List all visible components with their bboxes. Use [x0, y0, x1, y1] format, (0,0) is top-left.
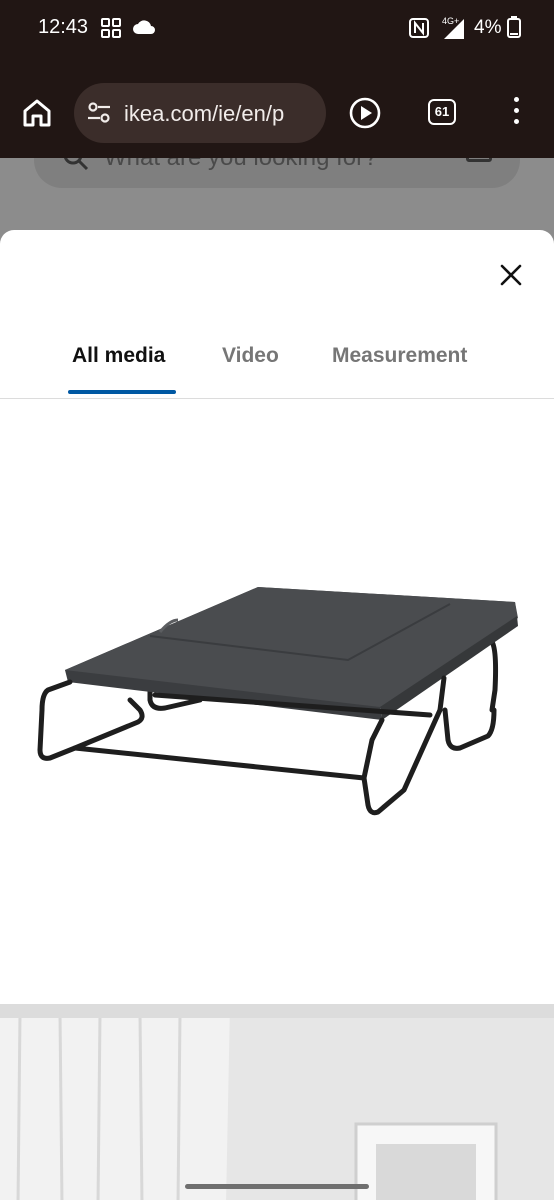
- battery-icon: [507, 16, 521, 43]
- folding-bed-image: [37, 587, 518, 816]
- play-circle-icon: [349, 97, 381, 129]
- nfc-icon: [408, 17, 430, 44]
- home-button[interactable]: [20, 96, 56, 132]
- media-modal: All media Video Measurement: [0, 230, 554, 1200]
- signal-4g-icon: 4G+: [434, 15, 468, 46]
- status-time: 12:43: [38, 16, 89, 38]
- site-settings-icon[interactable]: [86, 101, 112, 130]
- url-text: ikea.com/ie/en/p: [124, 101, 285, 126]
- browser-chrome: 12:43 4G+ 4% ikea.com/ie/en/p 61: [0, 0, 554, 158]
- tab-video[interactable]: Video: [222, 344, 279, 368]
- background-search-bar: What are you looking for?: [34, 158, 520, 188]
- grid-apps-icon: [100, 17, 122, 44]
- menu-dot-icon: [513, 108, 519, 113]
- battery-percent: 4%: [474, 17, 502, 38]
- status-bar: 12:43 4G+ 4%: [0, 0, 554, 58]
- tab-all-media[interactable]: All media: [72, 344, 165, 368]
- svg-text:4G+: 4G+: [442, 16, 459, 26]
- product-image[interactable]: [0, 410, 554, 1000]
- tab-switcher-button[interactable]: 61: [428, 99, 456, 125]
- camera-search-icon: [466, 158, 492, 162]
- media-tabs: All media Video Measurement: [0, 330, 554, 399]
- browser-toolbar: ikea.com/ie/en/p 61: [0, 80, 554, 146]
- gesture-navigation-bar[interactable]: [185, 1184, 369, 1189]
- close-button[interactable]: [496, 260, 526, 290]
- active-tab-indicator: [68, 390, 176, 394]
- search-icon: [62, 158, 90, 177]
- cloud-icon: [132, 19, 156, 40]
- close-icon: [500, 264, 522, 286]
- menu-dot-icon: [513, 97, 519, 102]
- tab-measurement[interactable]: Measurement: [332, 344, 467, 368]
- background-search-placeholder: What are you looking for?: [104, 158, 377, 172]
- overflow-menu-button[interactable]: [508, 97, 524, 129]
- tab-count: 61: [434, 104, 450, 119]
- play-button[interactable]: [348, 96, 382, 135]
- room-interior-image: [0, 1004, 554, 1200]
- url-bar[interactable]: ikea.com/ie/en/p: [74, 83, 326, 143]
- menu-dot-icon: [513, 119, 519, 124]
- room-photo-image[interactable]: [0, 1004, 554, 1200]
- home-icon: [23, 99, 51, 127]
